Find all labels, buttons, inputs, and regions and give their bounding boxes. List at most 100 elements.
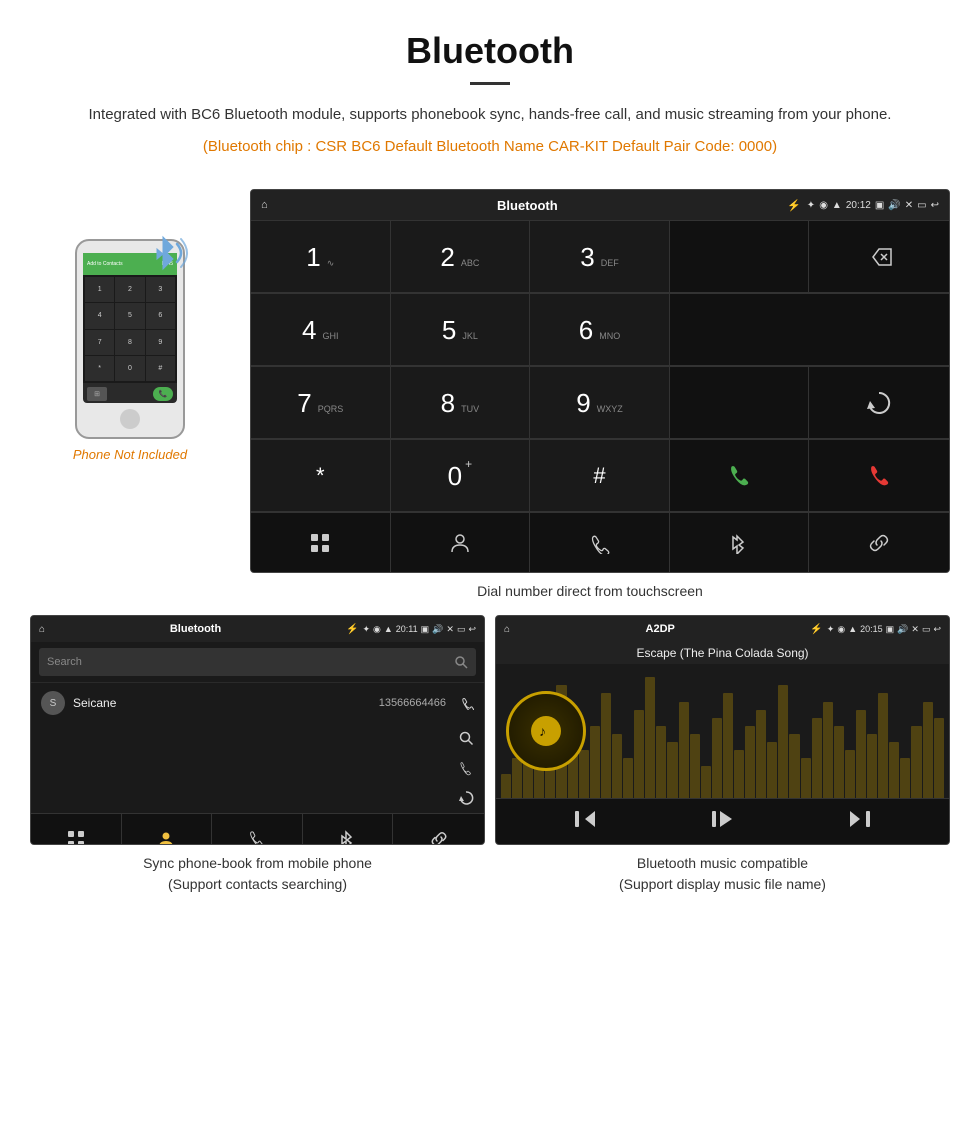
ms-volume-icon: 🔊	[897, 624, 908, 635]
backspace-btn[interactable]	[809, 221, 949, 293]
key-8[interactable]: 8 TUV	[391, 367, 531, 439]
pb-close-icon: ✕	[446, 624, 454, 635]
dial-row-1: 1 ∿ 2 ABC 3 DEF	[251, 220, 949, 293]
pb-tool-grid[interactable]	[31, 814, 122, 845]
bt-status-icon: ✦	[807, 200, 815, 211]
back-icon: ↩	[931, 200, 939, 211]
phone-key-4: 4	[85, 303, 114, 328]
phonebook-status-bar: ⌂ Bluetooth ⚡ ✦ ◉ ▲ 20:11 ▣ 🔊 ✕ ▭ ↩	[31, 616, 484, 642]
input-display	[670, 221, 810, 293]
phone-key-1: 1	[85, 277, 114, 302]
pb-tool-phone[interactable]	[212, 814, 303, 845]
status-icons: ✦ ◉ ▲ 20:12 ▣ 🔊 ✕ ▭ ↩	[807, 200, 939, 211]
bluetooth-icon	[729, 532, 749, 554]
pb-person-icon	[157, 830, 175, 846]
person-icon	[449, 532, 471, 554]
pb-tool-person[interactable]	[122, 814, 213, 845]
pb-phone-icon-side	[458, 760, 474, 776]
pb-location-icon: ◉	[373, 624, 381, 635]
dial-screen-title: Bluetooth	[274, 198, 781, 213]
pb-tool-bt[interactable]	[303, 814, 394, 845]
music-block: ⌂ A2DP ⚡ ✦ ◉ ▲ 20:15 ▣ 🔊 ✕ ▭ ↩ Escape (T…	[495, 615, 950, 895]
redial-btn[interactable]	[809, 367, 949, 439]
toolbar-grid-btn[interactable]	[251, 513, 391, 572]
ms-back-icon: ↩	[933, 624, 941, 635]
signal-icon: ▲	[832, 200, 842, 211]
pb-bt-icon: ✦	[362, 624, 370, 635]
pb-back-icon: ↩	[468, 624, 476, 635]
music-content: ♪	[496, 664, 949, 798]
toolbar-person-btn[interactable]	[391, 513, 531, 572]
redial-icon	[865, 389, 893, 417]
svg-text:♪: ♪	[539, 723, 546, 739]
rewind-btn[interactable]	[573, 807, 597, 836]
pb-camera-icon: ▣	[421, 624, 430, 635]
toolbar-bt-btn[interactable]	[670, 513, 810, 572]
key-9[interactable]: 9 WXYZ	[530, 367, 670, 439]
pb-time: 20:11	[396, 624, 418, 635]
contact-call-icon[interactable]	[460, 696, 474, 710]
phone-key-0: 0	[115, 356, 144, 381]
key-1[interactable]: 1 ∿	[251, 221, 391, 293]
key-6[interactable]: 6 MNO	[530, 294, 670, 366]
key-star[interactable]: *	[251, 440, 391, 512]
phone-icon	[588, 532, 610, 554]
pb-home-icon: ⌂	[39, 624, 45, 635]
call-icon	[725, 462, 753, 490]
key-0[interactable]: 0 +	[391, 440, 531, 512]
key-3[interactable]: 3 DEF	[530, 221, 670, 293]
ms-usb-icon: ⚡	[810, 624, 822, 635]
phone-key-6: 6	[146, 303, 175, 328]
page-title: Bluetooth	[80, 30, 900, 72]
ms-camera-icon: ▣	[886, 624, 895, 635]
pb-volume-icon: 🔊	[432, 624, 443, 635]
ms-bt-icon: ✦	[827, 624, 835, 635]
phone-key-2: 2	[115, 277, 144, 302]
contact-row: S Seicane 13566664466	[31, 682, 484, 723]
contact-avatar: S	[41, 691, 65, 715]
key-2[interactable]: 2 ABC	[391, 221, 531, 293]
music-controls	[496, 798, 949, 844]
bottom-screenshots: ⌂ Bluetooth ⚡ ✦ ◉ ▲ 20:11 ▣ 🔊 ✕ ▭ ↩ Sear…	[0, 615, 980, 915]
phone-key-5: 5	[115, 303, 144, 328]
forward-btn[interactable]	[848, 807, 872, 836]
toolbar-phone-btn[interactable]	[530, 513, 670, 572]
pb-title: Bluetooth	[49, 623, 342, 635]
album-art: ♪	[506, 691, 586, 771]
home-icon: ⌂	[261, 199, 268, 211]
key-4[interactable]: 4 GHI	[251, 294, 391, 366]
call-button[interactable]	[670, 440, 810, 512]
music-caption: Bluetooth music compatible (Support disp…	[495, 853, 950, 895]
ms-time: 20:15	[860, 624, 883, 635]
key-5[interactable]: 5 JKL	[391, 294, 531, 366]
phone-section: Add to Contacts M:45 1 2 3 4 5 6 7 8 9 *	[30, 189, 230, 462]
play-pause-btn[interactable]	[710, 807, 734, 836]
pb-tool-link[interactable]	[393, 814, 484, 845]
phonebook-block: ⌂ Bluetooth ⚡ ✦ ◉ ▲ 20:11 ▣ 🔊 ✕ ▭ ↩ Sear…	[30, 615, 485, 895]
pb-grid-icon	[67, 830, 85, 846]
page-specs: (Bluetooth chip : CSR BC6 Default Blueto…	[80, 135, 900, 159]
pb-usb-icon: ⚡	[346, 624, 358, 635]
dial-row-3: 7 PQRS 8 TUV 9 WXYZ	[251, 366, 949, 439]
phone-not-included-label: Phone Not Included	[73, 447, 187, 462]
pb-search-icon-side	[458, 730, 474, 746]
window-icon: ▭	[917, 200, 926, 211]
key-7[interactable]: 7 PQRS	[251, 367, 391, 439]
phone-screen-keypad: 1 2 3 4 5 6 7 8 9 * 0 #	[83, 275, 177, 383]
camera-icon: ▣	[875, 200, 884, 211]
pb-refresh-icon-side	[458, 790, 474, 806]
ms-signal-icon: ▲	[848, 624, 857, 635]
toolbar-link-btn[interactable]	[809, 513, 949, 572]
phone-home-button	[120, 409, 140, 429]
empty-cell-1	[670, 294, 949, 366]
phonebook-search[interactable]: Search	[39, 648, 476, 676]
dial-screen-mockup: ⌂ Bluetooth ⚡ ✦ ◉ ▲ 20:12 ▣ 🔊 ✕ ▭ ↩	[250, 189, 950, 573]
phone-key-star: *	[85, 356, 114, 381]
play-pause-icon	[710, 807, 734, 831]
phonebook-toolbar	[31, 813, 484, 845]
phone-key-7: 7	[85, 330, 114, 355]
dial-row-4: * 0 + #	[251, 439, 949, 512]
ms-window-icon: ▭	[922, 624, 931, 635]
end-call-button[interactable]	[809, 440, 949, 512]
key-hash[interactable]: #	[530, 440, 670, 512]
